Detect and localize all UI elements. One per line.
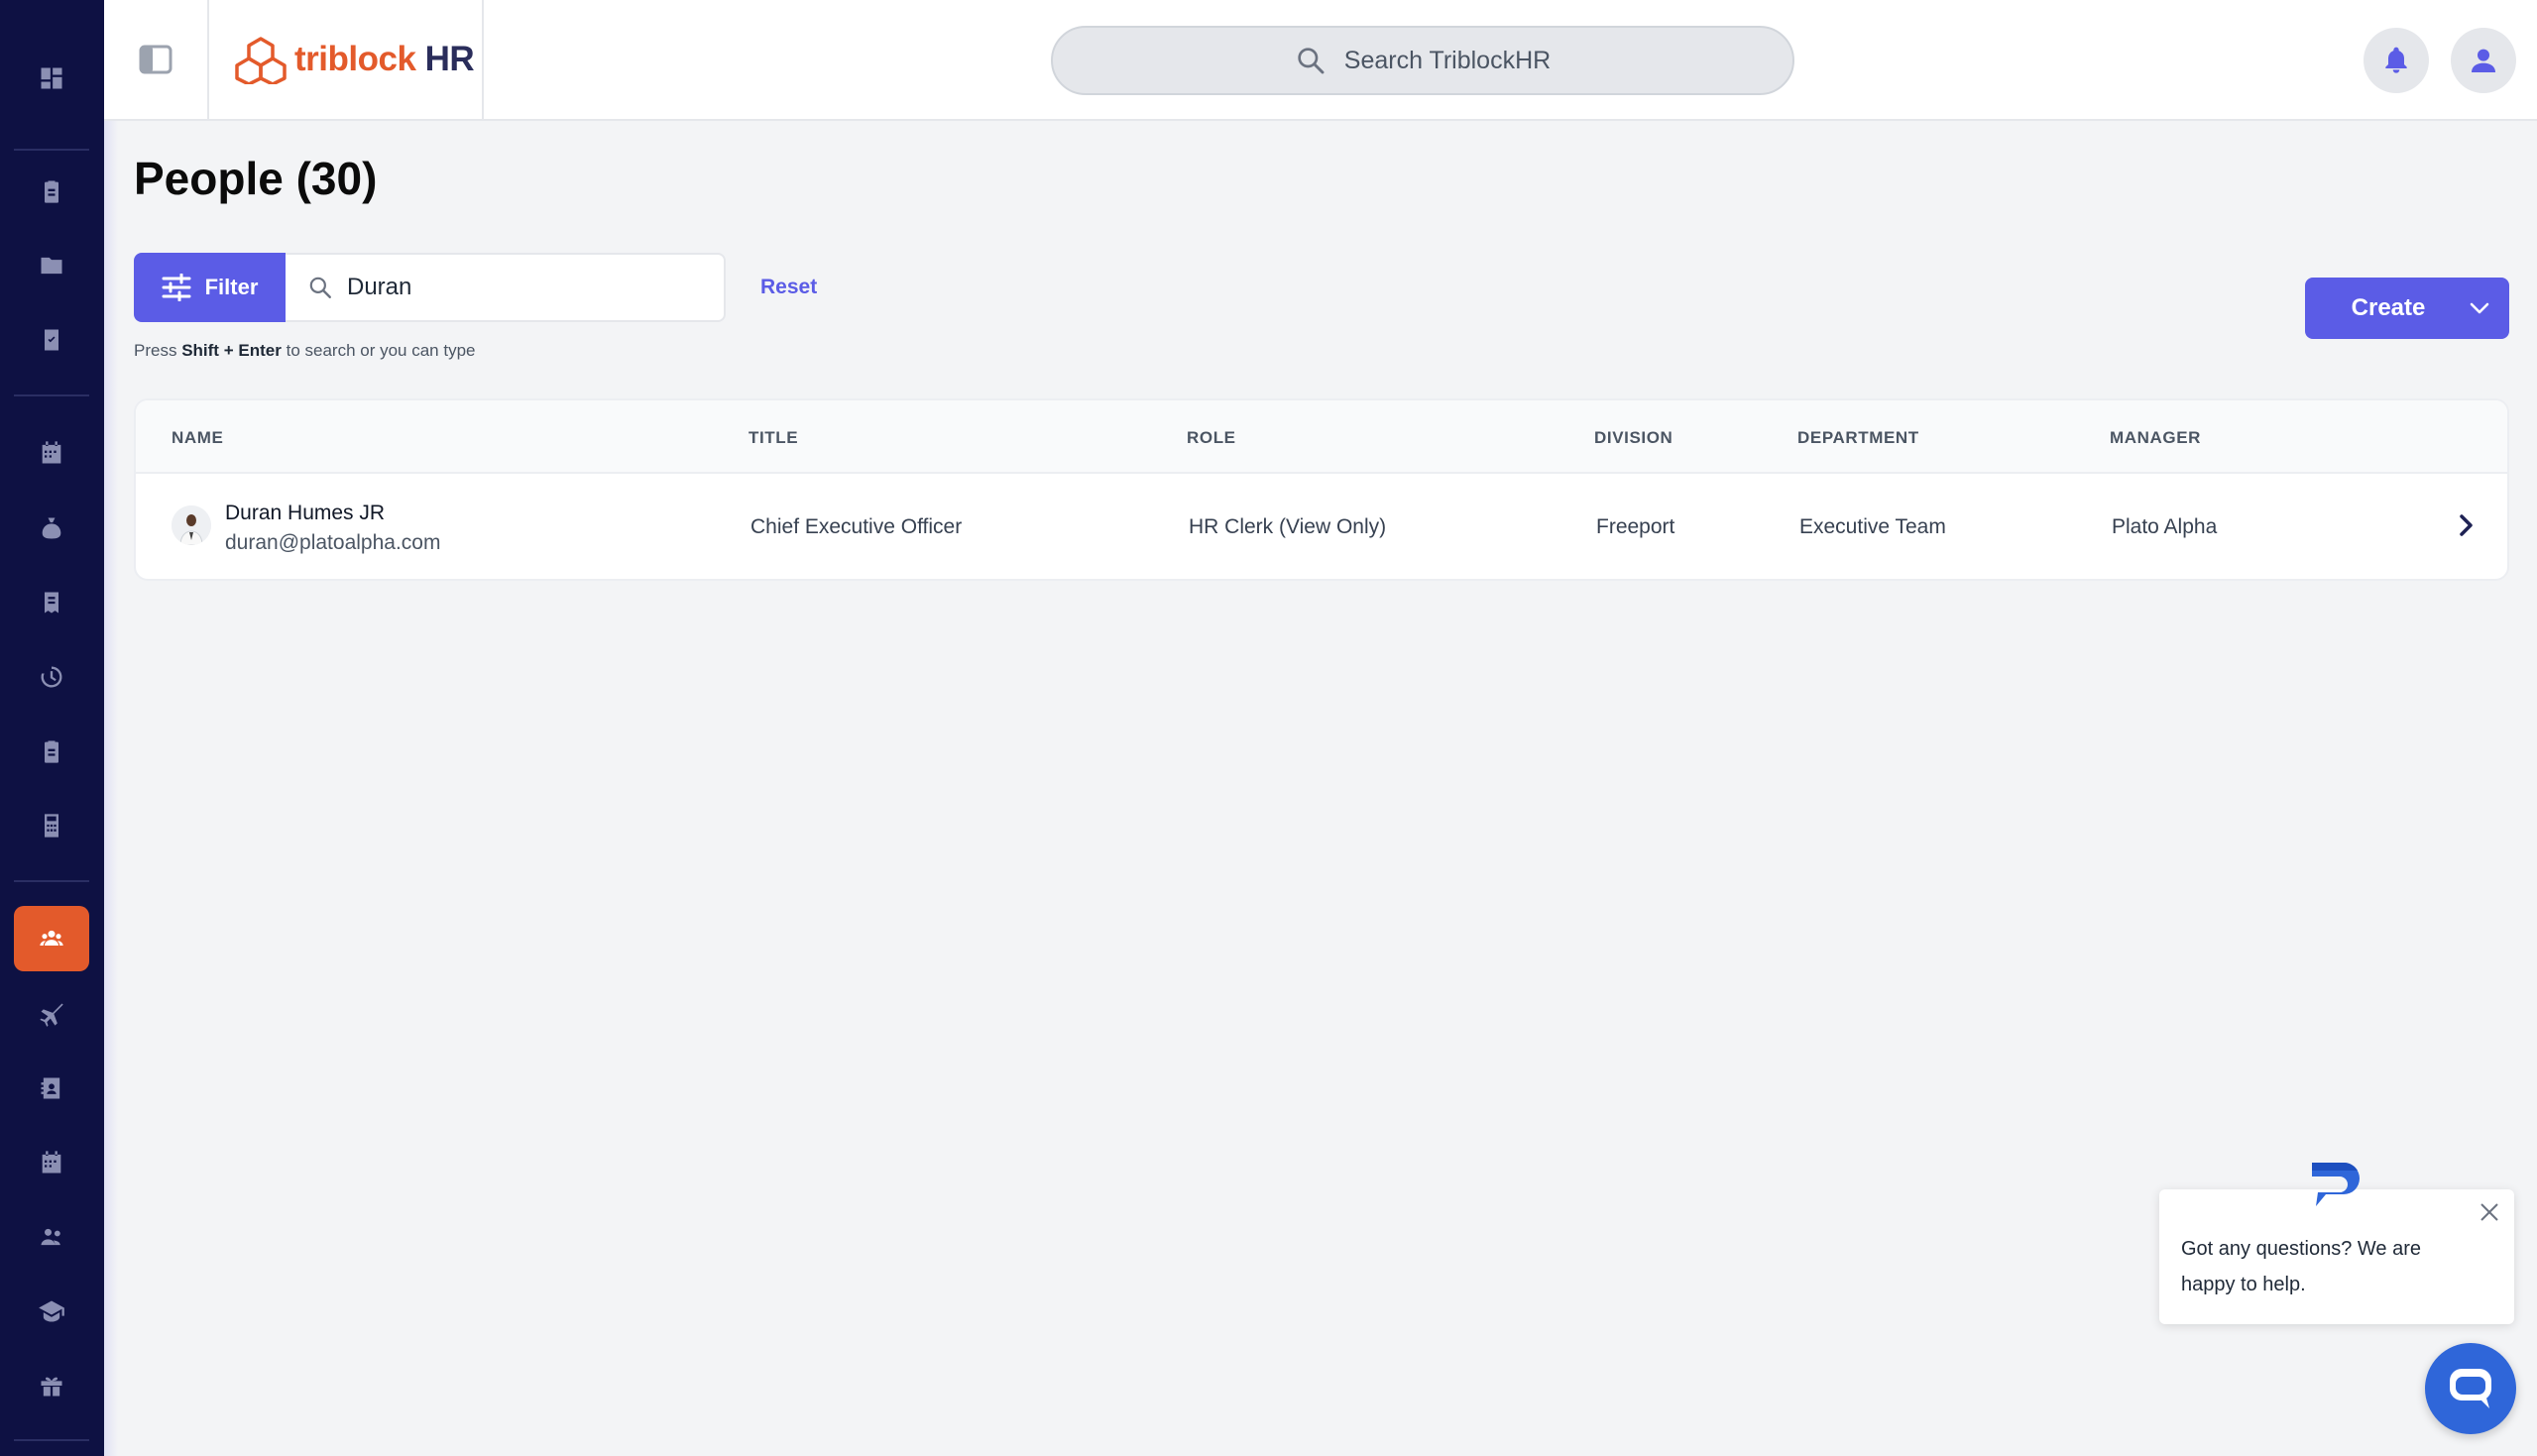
column-header-manager: MANAGER xyxy=(2110,428,2202,447)
people-icon[interactable] xyxy=(14,906,89,971)
table-row[interactable]: Duran Humes JR duran@platoalpha.com Chie… xyxy=(136,474,2507,579)
column-header-role: ROLE xyxy=(1187,428,1236,447)
sidebar xyxy=(0,0,118,1456)
report-clipboard-icon[interactable] xyxy=(14,719,89,784)
calendar-icon[interactable] xyxy=(14,420,89,486)
user-avatar-icon xyxy=(2472,49,2495,72)
reset-link[interactable]: Reset xyxy=(760,276,817,299)
money-bag-icon[interactable] xyxy=(14,496,89,561)
search-icon xyxy=(1298,48,1325,74)
clipboard-icon[interactable] xyxy=(14,159,89,224)
schedule-icon[interactable] xyxy=(14,1130,89,1195)
brand-name: triblock HR xyxy=(294,40,475,78)
chat-bubble-icon xyxy=(2450,1369,2491,1408)
global-search-input[interactable]: Search TriblockHR xyxy=(1051,26,1794,95)
column-header-name: NAME xyxy=(172,428,224,447)
chevron-right-icon[interactable] xyxy=(2452,511,2479,539)
time-history-icon[interactable] xyxy=(14,644,89,710)
sidebar-divider xyxy=(14,1439,89,1441)
receipt-icon[interactable] xyxy=(14,570,89,635)
close-icon[interactable] xyxy=(2479,1201,2500,1223)
graduation-cap-icon[interactable] xyxy=(14,1279,89,1344)
person-name[interactable]: Duran Humes JR xyxy=(225,502,385,525)
triblock-logo-icon xyxy=(235,37,287,84)
column-header-department: DEPARTMENT xyxy=(1797,428,1919,447)
sidebar-toggle-icon xyxy=(139,45,173,74)
chat-launcher-button[interactable] xyxy=(2425,1343,2516,1434)
people-search-field[interactable] xyxy=(286,253,726,322)
search-hint: Press Shift + Enter to search or you can… xyxy=(134,341,476,360)
people-table: NAME TITLE ROLE DIVISION DEPARTMENT MANA… xyxy=(134,398,2509,581)
create-button-label: Create xyxy=(2351,294,2426,321)
folder-icon[interactable] xyxy=(14,233,89,298)
gift-icon[interactable] xyxy=(14,1353,89,1418)
people-search-input[interactable] xyxy=(347,274,664,301)
user-profile-button[interactable] xyxy=(2451,28,2516,93)
cell-manager: Plato Alpha xyxy=(2112,515,2218,538)
brand-logo[interactable]: triblock HR xyxy=(209,0,484,119)
cell-title: Chief Executive Officer xyxy=(750,515,963,538)
calculator-icon[interactable] xyxy=(14,793,89,858)
create-button[interactable]: Create xyxy=(2305,278,2509,339)
filter-button[interactable]: Filter xyxy=(134,253,286,322)
chevron-down-icon[interactable] xyxy=(2450,301,2509,315)
column-header-division: DIVISION xyxy=(1594,428,1673,447)
sidebar-divider xyxy=(14,880,89,882)
sidebar-divider xyxy=(14,394,89,396)
contact-book-icon[interactable] xyxy=(14,1056,89,1121)
search-icon xyxy=(309,277,331,298)
sidebar-toggle-button[interactable] xyxy=(104,0,209,119)
airplane-icon[interactable] xyxy=(14,981,89,1047)
top-header: triblock HR Search TriblockHR xyxy=(104,0,2537,121)
task-check-icon[interactable] xyxy=(14,307,89,373)
global-search-placeholder: Search TriblockHR xyxy=(1343,46,1552,74)
team-icon[interactable] xyxy=(14,1204,89,1270)
person-email: duran@platoalpha.com xyxy=(225,531,441,554)
filter-button-label: Filter xyxy=(204,275,259,299)
cell-role: HR Clerk (View Only) xyxy=(1189,515,1387,538)
page-title: People (30) xyxy=(134,153,378,204)
sliders-icon xyxy=(162,274,191,301)
dashboard-icon[interactable] xyxy=(14,46,89,111)
column-header-title: TITLE xyxy=(749,428,799,447)
notifications-button[interactable] xyxy=(2364,28,2429,93)
chat-message: Got any questions? We are happy to help. xyxy=(2181,1238,2421,1295)
sidebar-divider xyxy=(14,149,89,151)
cell-department: Executive Team xyxy=(1799,515,1946,538)
chat-brand-icon xyxy=(2312,1162,2360,1206)
avatar xyxy=(172,505,211,545)
cell-division: Freeport xyxy=(1596,515,1675,538)
table-header: NAME TITLE ROLE DIVISION DEPARTMENT MANA… xyxy=(136,400,2507,474)
bell-icon xyxy=(2385,47,2407,73)
